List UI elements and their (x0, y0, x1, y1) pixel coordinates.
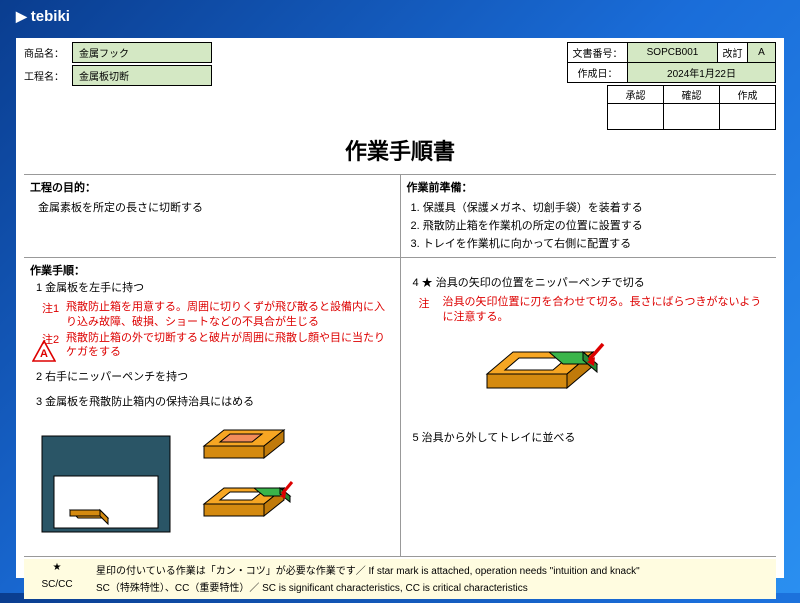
step-4: 4 ★ 治具の矢印の位置をニッパーペンチで切る (413, 276, 771, 291)
prep-item-2: 2. 飛散防止箱を作業机の所定の位置に設置する (411, 217, 771, 233)
approval-h3: 作成 (720, 86, 776, 104)
rev-label: 改訂 (718, 43, 748, 63)
approval-table: 承認 確認 作成 (607, 85, 776, 130)
note1-text: 飛散防止箱を用意する。周囲に切りくずが飛び散ると設備内に入り込み故障、破損、ショ… (66, 300, 394, 329)
legend-sccc-symbol: SC/CC (32, 579, 82, 594)
prep-item-3: 3. トレイを作業机に向かって右側に配置する (411, 235, 771, 251)
date-value: 2024年1月22日 (628, 63, 776, 83)
document-sheet: 商品名： 金属フック 工程名： 金属板切断 文書番号： SOPCB001 改訂 … (16, 38, 784, 578)
process-label: 工程名： (24, 68, 70, 83)
product-label: 商品名： (24, 45, 70, 60)
logo-icon: ▶ (16, 8, 27, 25)
legend-star-symbol: ★ (32, 562, 82, 577)
procedure-heading: 作業手順： (30, 262, 394, 278)
legend-sccc-text: SC（特殊特性）、CC（重要特性）／ SC is significant cha… (96, 579, 768, 594)
rev-value: A (748, 43, 776, 63)
doc-info-table: 文書番号： SOPCB001 改訂 A 作成日： 2024年1月22日 (567, 42, 776, 83)
step-1: 1 金属板を左手に持つ (36, 281, 394, 296)
process-value: 金属板切断 (72, 65, 212, 86)
prep-item-1: 1. 保護具（保護メガネ、切創手袋）を装着する (411, 199, 771, 215)
purpose-text: 金属素板を所定の長さに切断する (38, 199, 394, 215)
doc-no-value: SOPCB001 (628, 43, 718, 63)
warning-triangle-icon: A (32, 340, 56, 362)
date-label: 作成日： (568, 63, 628, 83)
note2-text: 飛散防止箱の外で切断すると破片が周囲に飛散し顔や目に当たりケガをする (66, 331, 394, 360)
illustration-cutting-jig (477, 340, 627, 400)
document-title: 作業手順書 (24, 134, 776, 166)
purpose-heading: 工程の目的： (30, 179, 394, 195)
note4-text: 治具の矢印位置に刃を合わせて切る。長さにばらつきがないように注意する。 (443, 295, 771, 324)
note1-label: 注1 (42, 300, 66, 329)
step-5: 5 治具から外してトレイに並べる (413, 431, 771, 446)
note4-label: 注 (419, 295, 443, 324)
approval-h1: 承認 (608, 86, 664, 104)
doc-no-label: 文書番号： (568, 43, 628, 63)
step-3: 3 金属板を飛散防止箱内の保持治具にはめる (36, 395, 394, 410)
svg-text:A: A (40, 348, 48, 360)
app-name: tebiki (31, 8, 70, 25)
product-value: 金属フック (72, 42, 212, 63)
prep-heading: 作業前準備： (407, 179, 771, 195)
app-header: ▶ tebiki (0, 0, 800, 32)
illustration-scatter-box (36, 418, 176, 538)
legend-star-text: 星印の付いている作業は「カン・コツ」が必要な作業です／ If star mark… (96, 562, 768, 577)
illustration-jigs (194, 418, 334, 538)
footer-legend: ★ 星印の付いている作業は「カン・コツ」が必要な作業です／ If star ma… (24, 559, 776, 599)
approval-h2: 確認 (664, 86, 720, 104)
step-2: 2 右手にニッパーペンチを持つ (36, 370, 394, 385)
